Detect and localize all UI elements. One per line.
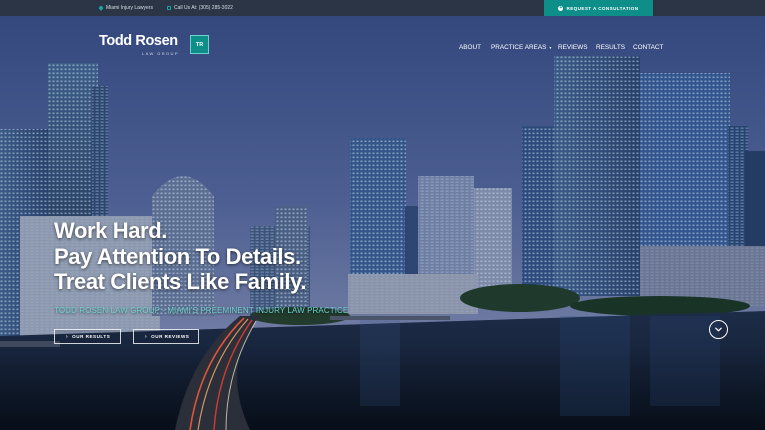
nav-item-results[interactable]: RESULTS	[596, 44, 625, 51]
logo-badge: TR	[190, 35, 209, 54]
chevron-down-icon: ▾	[549, 44, 552, 50]
request-consultation-button[interactable]: + REQUEST A CONSULTATION	[544, 0, 653, 16]
chevron-down-circle-icon	[715, 327, 722, 332]
nav-item-contact[interactable]: CONTACT	[633, 44, 663, 51]
nav-item-label: RESULTS	[596, 44, 626, 51]
nav-item-reviews[interactable]: REVIEWS	[558, 44, 587, 51]
headline-line-2: Pay Attention To Details.	[54, 243, 301, 269]
location-link[interactable]: Miami Injury Lawyers	[98, 5, 153, 11]
nav-item-practice-areas[interactable]: PRACTICE AREAS ▾	[491, 44, 551, 51]
location-label: Miami Injury Lawyers	[106, 5, 153, 11]
hero-tagline: TODD ROSEN LAW GROUP - MIAMI'S PREEMINEN…	[54, 306, 349, 315]
logo-subtitle: LAW GROUP	[142, 51, 179, 56]
map-pin-icon	[98, 5, 104, 11]
our-reviews-button[interactable]: › OUR REVIEWS	[133, 329, 199, 344]
scroll-down-button[interactable]	[709, 320, 728, 339]
our-results-label: OUR RESULTS	[72, 334, 111, 339]
phone-label: Call Us At: (305) 285-3022	[174, 5, 233, 11]
nav-item-label: PRACTICE AREAS	[491, 44, 547, 51]
top-utility-bar: Miami Injury Lawyers Call Us At: (305) 2…	[0, 0, 765, 16]
chevron-right-icon: ›	[145, 333, 148, 340]
chevron-right-icon: ›	[66, 333, 69, 340]
logo-name: Todd Rosen	[99, 33, 178, 49]
our-results-button[interactable]: › OUR RESULTS	[54, 329, 121, 344]
phone-icon	[167, 6, 171, 10]
request-consultation-label: REQUEST A CONSULTATION	[566, 5, 639, 11]
phone-link[interactable]: Call Us At: (305) 285-3022	[167, 5, 233, 11]
nav-item-label: REVIEWS	[558, 44, 588, 51]
headline-line-3: Treat Clients Like Family.	[54, 269, 307, 294]
site-logo[interactable]: Todd Rosen LAW GROUP TR	[99, 33, 211, 59]
plus-circle-icon: +	[558, 4, 564, 11]
nav-item-label: CONTACT	[633, 44, 664, 51]
our-reviews-label: OUR REVIEWS	[151, 334, 190, 339]
headline-line-1: Work Hard.	[54, 218, 167, 243]
nav-item-label: ABOUT	[459, 44, 482, 51]
hero-headline: Work Hard. Pay Attention To Details. Tre…	[54, 218, 306, 295]
nav-item-about[interactable]: ABOUT	[459, 44, 481, 51]
